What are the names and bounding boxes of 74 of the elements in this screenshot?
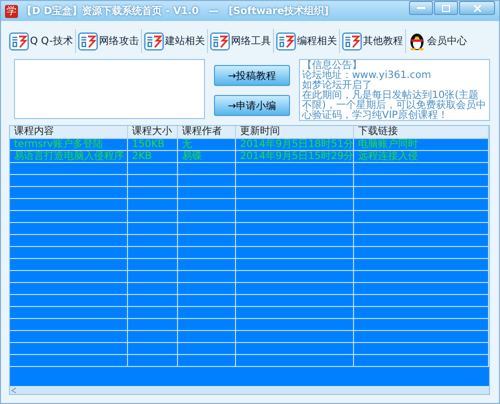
empty-cell [128, 271, 178, 283]
empty-cell [128, 175, 178, 187]
minimize-icon [417, 6, 425, 10]
empty-cell [128, 235, 178, 247]
close-button[interactable] [459, 1, 495, 15]
table-cell: 2014年9月5日15时29分 [236, 151, 354, 163]
empty-cell [178, 247, 236, 259]
horizontal-scrollbar[interactable] [10, 386, 489, 394]
notice-text: 【信息公告】 [302, 61, 362, 71]
column-header[interactable]: 课程大小 [128, 126, 178, 139]
empty-cell [178, 295, 236, 307]
action-button[interactable]: →申请小编 [214, 95, 290, 116]
empty-cell [178, 223, 236, 235]
empty-cell [128, 247, 178, 259]
empty-cell [178, 331, 236, 343]
close-icon [474, 4, 480, 12]
notice-text: 在此期间，凡是每日发帖达到10张(主题不限)，一个星期后，可以免费获取会员中心验证码，学习纯VIP原创课程！ [302, 91, 487, 120]
empty-cell [128, 211, 178, 223]
empty-cell [128, 283, 178, 295]
empty-cell [178, 355, 236, 367]
tile-icon [342, 32, 362, 50]
table-cell: 2014年9月5日18时51分 [236, 139, 354, 151]
penguin-icon [408, 31, 426, 51]
empty-cell [128, 295, 178, 307]
empty-cell [178, 283, 236, 295]
tile-icon [210, 32, 230, 50]
toolbar-button[interactable]: 编程相关 [276, 29, 340, 53]
table-cell: 易碟 [178, 151, 236, 163]
empty-cell [178, 307, 236, 319]
column-header[interactable]: 课程作者 [178, 126, 236, 139]
window-title: 【D D宝盒】资源下载系统首页 - V1.0 — [Software技术组织] [22, 4, 330, 18]
toolbar-button[interactable]: 会员中心 [408, 29, 469, 53]
tile-icon [144, 32, 164, 50]
action-button[interactable]: →投稿教程 [214, 65, 290, 86]
notice-text: 论坛地址：www.yi361.com [302, 71, 432, 81]
scroll-left-icon[interactable] [10, 386, 18, 394]
empty-cell [178, 175, 236, 187]
table-cell: 远程连接入侵 [354, 151, 489, 163]
empty-cell [128, 331, 178, 343]
empty-cell [178, 271, 236, 283]
empty-cell [128, 319, 178, 331]
toolbar-button[interactable]: 网络攻击 [78, 29, 142, 53]
tile-icon [9, 32, 29, 50]
empty-cell [178, 163, 236, 175]
empty-cell [128, 187, 178, 199]
app-icon: 学 [5, 4, 18, 18]
table-cell: 无 [178, 139, 236, 151]
table-cell: 2KB [128, 151, 178, 163]
empty-cell [178, 343, 236, 355]
empty-cell [178, 187, 236, 199]
empty-cell [128, 259, 178, 271]
empty-cell [128, 223, 178, 235]
empty-cell [178, 199, 236, 211]
toolbar-button[interactable]: Q Q-技术 [9, 29, 76, 53]
table-cell: 150KB [128, 139, 178, 151]
maximize-icon [442, 4, 450, 12]
empty-cell [178, 319, 236, 331]
toolbar-button[interactable]: 建站相关 [144, 29, 208, 53]
tile-icon [276, 32, 296, 50]
empty-cell [128, 355, 178, 367]
minimize-button[interactable] [409, 1, 433, 15]
empty-cell [128, 343, 178, 355]
column-header[interactable]: 下载链接 [354, 126, 489, 139]
tile-icon [78, 32, 98, 50]
empty-cell [178, 259, 236, 271]
empty-cell [178, 211, 236, 223]
empty-cell [128, 163, 178, 175]
empty-cell [128, 199, 178, 211]
empty-cell [128, 307, 178, 319]
empty-cell [178, 235, 236, 247]
toolbar-button[interactable]: 网络工具 [210, 29, 274, 53]
toolbar-button[interactable]: 其他教程 [342, 29, 406, 53]
maximize-button[interactable] [434, 1, 458, 15]
notice-text: 如梦论坛开启了 [302, 81, 372, 91]
